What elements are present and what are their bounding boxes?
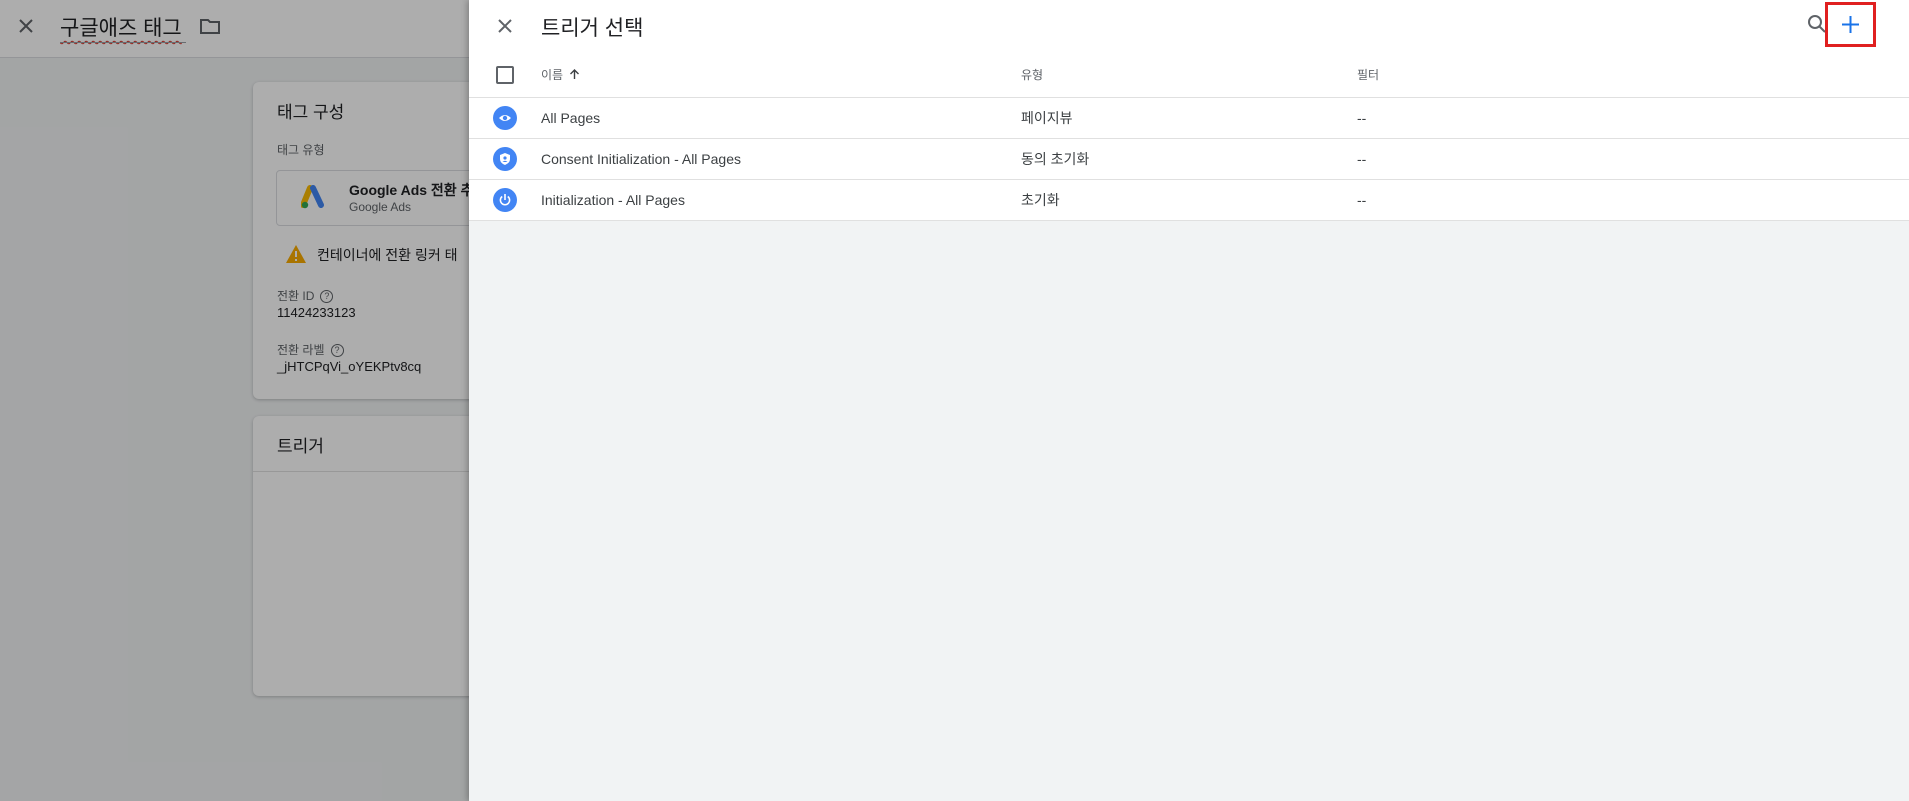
trigger-filter: -- — [1357, 192, 1367, 208]
select-all-checkbox[interactable] — [496, 65, 514, 84]
table-row[interactable]: Consent Initialization - All Pages 동의 초기… — [469, 139, 1909, 180]
trigger-filter: -- — [1357, 110, 1367, 126]
close-panel-button[interactable] — [493, 14, 517, 38]
panel-header: 트리거 선택 — [469, 0, 1909, 52]
select-all-checkbox-cell[interactable] — [496, 52, 514, 97]
table-row[interactable]: Initialization - All Pages 초기화 -- — [469, 180, 1909, 221]
trigger-name[interactable]: Consent Initialization - All Pages — [541, 139, 741, 179]
shield-icon — [493, 147, 517, 171]
add-trigger-button[interactable] — [1825, 2, 1876, 47]
trigger-type: 동의 초기화 — [1021, 151, 1090, 167]
trigger-icon-cell — [493, 139, 517, 179]
table-row[interactable]: All Pages 페이지뷰 -- — [469, 98, 1909, 139]
trigger-icon-cell — [493, 98, 517, 138]
trigger-table: 이름 유형 필터 All Pages 페이지뷰 -- Consent Initi — [469, 52, 1909, 221]
column-name-label: 이름 — [541, 68, 564, 82]
sort-ascending-icon[interactable] — [569, 69, 580, 80]
power-icon — [493, 188, 517, 212]
eye-icon — [493, 106, 517, 130]
plus-icon — [1842, 16, 1859, 33]
trigger-filter: -- — [1357, 151, 1367, 167]
column-header-filter[interactable]: 필터 — [1357, 52, 1379, 97]
table-header-row: 이름 유형 필터 — [469, 52, 1909, 98]
trigger-type: 페이지뷰 — [1021, 110, 1073, 126]
trigger-name[interactable]: All Pages — [541, 98, 600, 138]
column-header-name[interactable]: 이름 — [541, 52, 580, 97]
trigger-icon-cell — [493, 180, 517, 220]
panel-title: 트리거 선택 — [541, 17, 644, 40]
trigger-selection-panel: 트리거 선택 이름 유형 필터 All Pages 페이지뷰 -- Consen… — [469, 0, 1909, 801]
trigger-type: 초기화 — [1021, 192, 1060, 208]
trigger-name[interactable]: Initialization - All Pages — [541, 180, 685, 220]
column-header-type[interactable]: 유형 — [1021, 52, 1043, 97]
